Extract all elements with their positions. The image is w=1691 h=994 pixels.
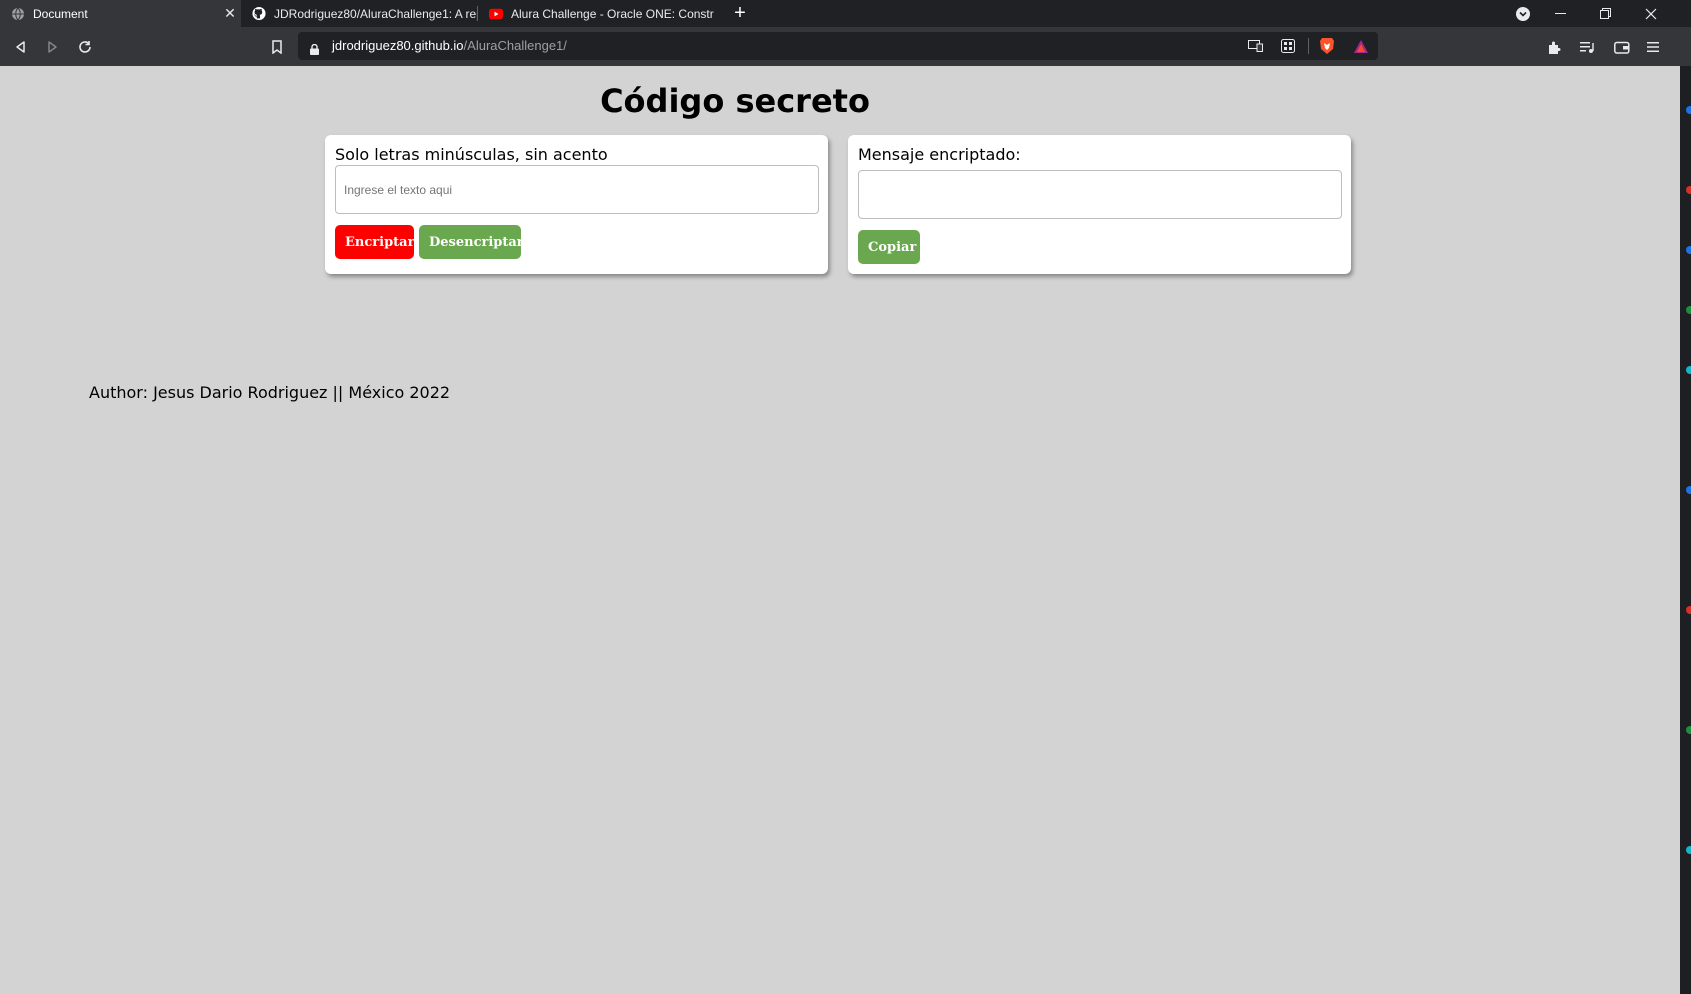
url-path: /AluraChallenge1/ — [463, 38, 567, 53]
extensions-icon[interactable] — [1542, 35, 1566, 59]
back-icon[interactable] — [9, 35, 33, 59]
taskbar-app-icon — [1686, 246, 1691, 254]
lock-icon — [310, 40, 319, 59]
bookmark-icon[interactable] — [265, 35, 289, 59]
taskbar-app-icon — [1686, 186, 1691, 194]
youtube-icon — [489, 7, 503, 21]
copy-button[interactable]: Copiar — [858, 230, 920, 264]
globe-icon — [11, 7, 25, 21]
minimize-icon[interactable] — [1540, 0, 1580, 27]
qr-code-icon[interactable] — [1279, 37, 1297, 55]
input-instructions-label: Solo letras minúsculas, sin acento — [335, 145, 608, 164]
encrypt-button[interactable]: Encriptar — [335, 225, 414, 259]
close-window-icon[interactable] — [1631, 0, 1671, 27]
reload-icon[interactable] — [73, 35, 97, 59]
brave-rewards-icon[interactable] — [1352, 37, 1370, 55]
decrypt-button[interactable]: Desencriptar — [419, 225, 524, 259]
media-queue-icon[interactable] — [1576, 35, 1600, 59]
address-bar[interactable]: jdrodriguez80.github.io/AluraChallenge1/ — [298, 32, 1378, 60]
wallet-icon[interactable] — [1610, 35, 1634, 59]
tab-search-icon[interactable] — [1503, 0, 1543, 27]
new-tab-button[interactable]: + — [730, 3, 750, 23]
encrypted-output-field[interactable] — [858, 170, 1342, 219]
output-card: Mensaje encriptado: Copiar — [848, 135, 1351, 274]
tab-label: JDRodriguez80/AluraChallenge1: A rep — [274, 6, 477, 21]
taskbar-app-icon — [1686, 846, 1691, 854]
tab-label: Document — [33, 6, 88, 21]
url-text: jdrodriguez80.github.io/AluraChallenge1/ — [332, 38, 567, 53]
omnibox-divider — [1308, 38, 1309, 54]
browser-tab-bar: Document ✕ JDRodriguez80/AluraChallenge1… — [0, 0, 1691, 27]
page-viewport: Código secreto Solo letras minúsculas, s… — [0, 66, 1680, 994]
restore-icon[interactable] — [1585, 0, 1625, 27]
tab-label: Alura Challenge - Oracle ONE: Constr — [511, 6, 714, 21]
page-title: Código secreto — [600, 82, 870, 120]
tab-youtube-video[interactable]: Alura Challenge - Oracle ONE: Constr — [478, 0, 718, 27]
tab-github-repo[interactable]: JDRodriguez80/AluraChallenge1: A rep — [241, 0, 477, 27]
taskbar-app-icon — [1686, 306, 1691, 314]
forward-icon[interactable] — [40, 35, 64, 59]
taskbar-app-icon — [1686, 366, 1691, 374]
taskbar-app-icon — [1686, 106, 1691, 114]
browser-toolbar: jdrodriguez80.github.io/AluraChallenge1/ — [0, 27, 1691, 66]
taskbar-app-icon — [1686, 486, 1691, 494]
input-card: Solo letras minúsculas, sin acento Encri… — [325, 135, 828, 274]
taskbar-app-icon — [1686, 726, 1691, 734]
menu-icon[interactable] — [1641, 35, 1665, 59]
close-tab-icon[interactable]: ✕ — [223, 6, 237, 20]
encrypted-message-label: Mensaje encriptado: — [858, 145, 1021, 164]
desktop-edge-strip — [1680, 66, 1691, 994]
author-footer: Author: Jesus Dario Rodriguez || México … — [89, 383, 451, 402]
text-input[interactable] — [335, 165, 819, 214]
cast-icon[interactable] — [1246, 37, 1264, 55]
taskbar-app-icon — [1686, 606, 1691, 614]
github-icon — [252, 6, 266, 21]
url-host: jdrodriguez80.github.io — [332, 38, 464, 53]
tab-document[interactable]: Document ✕ — [0, 0, 241, 27]
brave-shields-icon[interactable] — [1318, 37, 1336, 55]
